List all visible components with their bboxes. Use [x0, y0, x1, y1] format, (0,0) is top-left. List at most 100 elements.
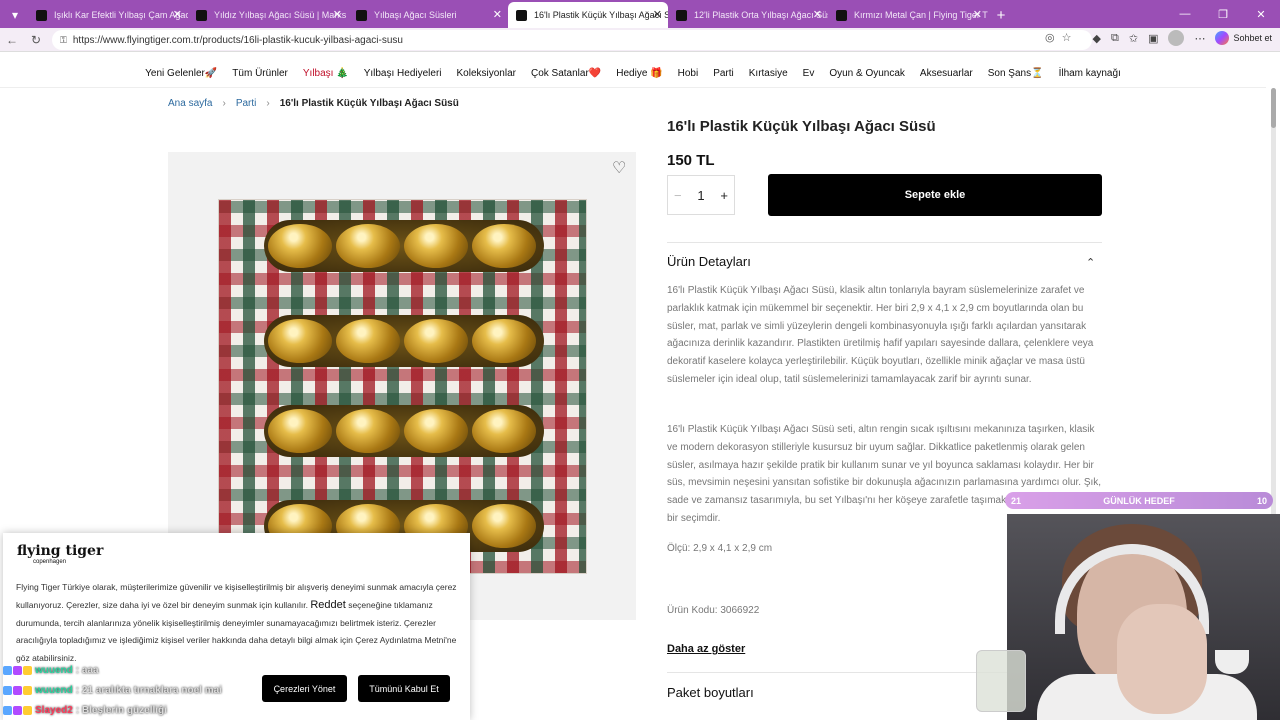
chevron-up-icon[interactable]: ⌃	[1086, 256, 1095, 269]
close-tab-icon[interactable]: ✕	[493, 8, 502, 21]
marks-favicon-icon	[36, 10, 47, 21]
browser-tab[interactable]: Işıklı Kar Efektli Yılbaşı Çam Ağacı ✕	[28, 2, 188, 28]
tiger-favicon-icon	[356, 10, 367, 21]
product-photo-ornament-box	[219, 200, 586, 573]
increase-quantity-button[interactable]: +	[720, 188, 728, 203]
nav-item[interactable]: Hediye 🎁	[616, 68, 662, 79]
browser-tab[interactable]: Yıldız Yılbaşı Ağacı Süsü | Marks & ✕	[188, 2, 348, 28]
chat-badges-icon	[3, 665, 32, 675]
copilot-button[interactable]: Sohbet et	[1215, 31, 1272, 45]
product-code: Ürün Kodu: 3066922	[667, 605, 760, 616]
marks-favicon-icon	[196, 10, 207, 21]
gold-bauble	[404, 409, 468, 453]
chat-badges-icon	[3, 685, 32, 695]
nav-item[interactable]: Aksesuarlar	[920, 68, 973, 79]
breadcrumb-separator: ›	[266, 98, 270, 109]
accept-all-cookies-button[interactable]: Tümünü Kabul Et	[358, 675, 450, 702]
nav-item[interactable]: Çok Satanlar❤️	[531, 68, 601, 79]
browser-tab[interactable]: Yılbaşı Ağacı Süsleri ✕	[348, 2, 508, 28]
chat-username: Slayed2	[35, 704, 73, 716]
browser-tab-active[interactable]: 16'lı Plastik Küçük Yılbaşı Ağacı Sü ✕	[508, 2, 668, 28]
product-details-header[interactable]: Ürün Detayları	[667, 254, 751, 269]
browser-tab[interactable]: 12'li Plastik Orta Yılbaşı Ağacı Süsü ✕	[668, 2, 828, 28]
favorite-star-icon[interactable]: ☆	[1062, 31, 1072, 44]
chat-text: : aaa	[75, 664, 99, 676]
nav-item[interactable]: Kırtasiye	[749, 68, 788, 79]
decrease-quantity-button[interactable]: −	[674, 188, 682, 203]
ornament-window	[264, 220, 544, 272]
close-tab-icon[interactable]: ✕	[333, 8, 342, 21]
show-less-link[interactable]: Daha az göster	[667, 643, 745, 655]
nav-item[interactable]: Yılbaşı 🎄	[303, 68, 349, 79]
nav-item[interactable]: Ev	[803, 68, 815, 79]
close-window-icon[interactable]: ✕	[1242, 0, 1280, 28]
reject-cookies-link[interactable]: Reddet	[310, 599, 345, 611]
close-tab-icon[interactable]: ✕	[813, 8, 822, 21]
nav-item[interactable]: Parti	[713, 68, 734, 79]
add-to-cart-button[interactable]: Sepete ekle	[768, 174, 1102, 216]
close-tab-icon[interactable]: ✕	[173, 8, 182, 21]
back-icon[interactable]: ←	[0, 33, 24, 47]
collections-icon[interactable]: ▣	[1148, 32, 1158, 45]
quantity-value[interactable]: 1	[697, 188, 704, 203]
browser-tab[interactable]: Kırmızı Metal Çan | Flying Tiger Tü ✕	[828, 2, 988, 28]
chat-message: Slayed2: Bleşlerin güzelliği	[3, 700, 303, 720]
breadcrumb-category[interactable]: Parti	[236, 98, 257, 109]
profile-avatar[interactable]	[1168, 30, 1185, 46]
goal-left-value: 21	[1011, 495, 1022, 506]
package-dimensions-header[interactable]: Paket boyutları	[667, 685, 754, 700]
address-bar[interactable]: ⚿ https://www.flyingtiger.com.tr/product…	[52, 30, 1092, 50]
nav-item[interactable]: Yılbaşı Hediyeleri	[364, 68, 442, 79]
nav-item[interactable]: Hobi	[678, 68, 699, 79]
chat-text: : 21 aralıkta tırnaklara noel mai	[75, 684, 222, 696]
tea-cup	[1215, 650, 1249, 674]
minimize-icon[interactable]: —	[1166, 0, 1204, 28]
nav-item[interactable]: Tüm Ürünler	[232, 68, 288, 79]
product-size: Ölçü: 2,9 x 4,1 x 2,9 cm	[667, 543, 773, 554]
close-tab-icon[interactable]: ✕	[973, 8, 982, 21]
close-tab-icon[interactable]: ✕	[653, 8, 662, 21]
gold-bauble	[268, 224, 332, 268]
flying-tiger-logo: flying tiger	[17, 543, 104, 559]
nav-item[interactable]: Son Şans⏳	[988, 68, 1044, 79]
gold-bauble	[404, 319, 468, 363]
goal-label: GÜNLÜK HEDEF	[1103, 495, 1175, 506]
heart-wishlist-icon[interactable]: ♡	[612, 158, 626, 178]
webcam-overlay	[1007, 514, 1280, 720]
tiger-favicon-icon	[836, 10, 847, 21]
extensions-puzzle-icon[interactable]: ⧉	[1111, 32, 1119, 45]
chat-text: : Bleşlerin güzelliği	[75, 704, 167, 716]
product-title: 16'lı Plastik Küçük Yılbaşı Ağacı Süsü	[667, 118, 936, 135]
chat-message: wuuend: 21 aralıkta tırnaklara noel mai	[3, 680, 303, 700]
site-info-icon[interactable]: ⚿	[60, 35, 67, 46]
nav-item[interactable]: İlham kaynağı	[1059, 68, 1121, 79]
maximize-icon[interactable]: ❐	[1204, 0, 1242, 28]
reader-icon[interactable]: ◎	[1045, 31, 1055, 44]
url-text: https://www.flyingtiger.com.tr/products/…	[72, 34, 403, 46]
gold-bauble	[336, 224, 400, 268]
browser-toolbar: ← ↻ ⚿ https://www.flyingtiger.com.tr/pro…	[0, 28, 1280, 52]
tab-actions-icon[interactable]: ▾	[2, 2, 28, 28]
gold-bauble	[336, 409, 400, 453]
gold-bauble	[268, 409, 332, 453]
gold-bauble	[472, 409, 536, 453]
favorites-icon[interactable]: ✩	[1129, 32, 1138, 45]
breadcrumb-home[interactable]: Ana sayfa	[168, 98, 212, 109]
gold-bauble	[472, 319, 536, 363]
stream-chat-overlay: wuuend: aaa wuuend: 21 aralıkta tırnaklar…	[3, 660, 303, 720]
extension-icon[interactable]: ◆	[1093, 32, 1101, 45]
chat-badges-icon	[3, 705, 32, 715]
nav-item[interactable]: Koleksiyonlar	[457, 68, 516, 79]
nav-item[interactable]: Oyun & Oyuncak	[829, 68, 905, 79]
scrollbar-thumb[interactable]	[1271, 88, 1276, 128]
new-tab-icon[interactable]: +	[988, 2, 1014, 28]
ornament-window	[264, 315, 544, 367]
nav-item[interactable]: Yeni Gelenler🚀	[145, 68, 217, 79]
quantity-stepper[interactable]: − 1 +	[667, 175, 735, 215]
more-icon[interactable]: ⋯	[1194, 32, 1205, 45]
gold-bauble	[336, 319, 400, 363]
address-bar-icons: ◎ ☆	[1045, 31, 1071, 44]
refresh-icon[interactable]: ↻	[24, 33, 48, 47]
section-divider	[667, 242, 1102, 243]
toolbar-right: ◆ ⧉ ✩ ▣ ⋯ Sohbet et	[1093, 30, 1272, 46]
